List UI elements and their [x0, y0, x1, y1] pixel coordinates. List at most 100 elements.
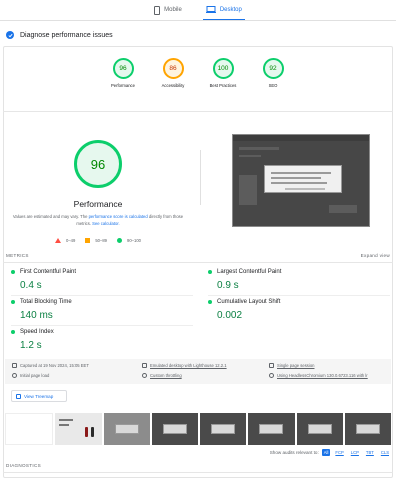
filter-fcp[interactable]: FCP — [333, 449, 345, 456]
accessibility-gauge: 86 — [162, 58, 184, 79]
final-screenshot[interactable] — [232, 134, 370, 227]
monitor-icon — [142, 363, 147, 368]
tbt-label: Total Blocking Time — [20, 299, 72, 305]
metrics-header: METRICS Expand view — [6, 253, 390, 258]
filmstrip-frame — [5, 413, 54, 445]
runtime-info: Captured at 19 Nov 2024, 15:05 EET Initi… — [5, 359, 391, 384]
note-prefix: Values are estimated and may vary. The — [12, 214, 89, 219]
filmstrip-frame — [103, 413, 150, 445]
session-text: Single page session — [277, 363, 315, 368]
metric-si: Speed Index 1.2 s — [11, 329, 54, 351]
filter-cls[interactable]: CLS — [379, 449, 391, 456]
audit-filter-label: Show audits relevant to: — [269, 450, 319, 455]
browser-info[interactable]: Using HeadlessChromium 130.0.6723.116 wi… — [269, 373, 368, 378]
summary-accessibility[interactable]: 86 Accessibility — [154, 58, 192, 88]
pass-dot-icon — [208, 270, 212, 274]
metrics-divider — [3, 262, 393, 263]
summary-best-practices[interactable]: 100 Best Practices — [204, 58, 242, 88]
captured-text: Captured at 19 Nov 2024, 15:05 EET — [20, 363, 89, 368]
pass-dot-icon — [11, 270, 15, 274]
throttling[interactable]: Custom throttling — [142, 373, 182, 378]
see-calculator-link[interactable]: See calculator. — [92, 221, 119, 226]
tabs-divider — [0, 20, 396, 21]
legend-pass: 90–100 — [117, 238, 141, 243]
metric-row-divider — [208, 295, 390, 296]
tab-desktop[interactable]: Desktop — [202, 0, 245, 20]
emulated-text: Emulated desktop with Lighthouse 12.2.1 — [150, 363, 227, 368]
summary-seo[interactable]: 92 SEO — [254, 58, 292, 88]
pass-dot-icon — [11, 330, 15, 334]
performance-note: Values are estimated and may vary. The p… — [8, 213, 188, 227]
performance-score-gauge: 96 — [74, 140, 122, 188]
summary-performance[interactable]: 96 Performance — [104, 58, 142, 88]
tab-desktop-label: Desktop — [219, 6, 242, 13]
filter-lcp[interactable]: LCP — [349, 449, 361, 456]
initial-load: Initial page load — [12, 373, 49, 378]
diagnose-label: Diagnose performance issues — [20, 31, 113, 39]
expand-view-toggle[interactable]: Expand view — [361, 253, 390, 258]
best-practices-label: Best Practices — [209, 83, 237, 88]
performance-title: Performance — [73, 199, 123, 209]
screenshot-page — [233, 135, 369, 226]
tbt-value: 140 ms — [20, 310, 53, 321]
calendar-icon — [12, 363, 17, 368]
filmstrip-frame — [344, 413, 391, 445]
legend-fail: 0–49 — [55, 238, 75, 243]
desktop-icon — [205, 6, 216, 13]
metric-fcp: First Contentful Paint 0.4 s — [11, 269, 76, 291]
square-icon — [85, 238, 91, 243]
score-legend: 0–49 50–89 90–100 — [0, 238, 196, 243]
legend-average: 50–89 — [85, 238, 107, 243]
fcp-value: 0.4 s — [20, 280, 42, 291]
filter-tbt[interactable]: TBT — [364, 449, 376, 456]
fcp-label: First Contentful Paint — [20, 269, 77, 275]
throttling-text: Custom throttling — [150, 373, 182, 378]
cls-value: 0.002 — [217, 310, 243, 321]
lcp-value: 0.9 s — [217, 280, 239, 291]
metric-tbt: Total Blocking Time 140 ms — [11, 299, 72, 321]
si-label: Speed Index — [20, 329, 54, 335]
lcp-label: Largest Contentful Paint — [217, 269, 282, 275]
diagnostics-header: DIAGNOSTICS — [6, 463, 41, 468]
vertical-divider — [200, 150, 201, 205]
best-practices-gauge: 100 — [212, 58, 234, 79]
session-type[interactable]: Single page session — [269, 363, 314, 368]
seo-gauge: 92 — [262, 58, 284, 79]
metrics-title: METRICS — [6, 253, 29, 258]
circle-icon — [117, 238, 122, 243]
device-tabs: Mobile Desktop — [0, 0, 396, 20]
filmstrip-frame — [248, 413, 295, 445]
filmstrip-frame — [200, 413, 247, 445]
accessibility-label: Accessibility — [161, 83, 185, 88]
summary-divider — [3, 111, 393, 112]
person-icon — [269, 363, 274, 368]
check-icon — [6, 31, 14, 39]
tab-mobile[interactable]: Mobile — [151, 0, 185, 20]
score-summary: 96 Performance 86 Accessibility 100 Best… — [0, 58, 396, 88]
performance-label: Performance — [111, 83, 135, 88]
wifi-icon — [142, 373, 147, 378]
tab-mobile-label: Mobile — [164, 7, 182, 13]
legend-average-label: 50–89 — [95, 238, 107, 243]
legend-pass-label: 90–100 — [127, 238, 141, 243]
score-calculated-link[interactable]: performance score is calculated — [89, 214, 148, 219]
load-text: Initial page load — [20, 373, 50, 378]
treemap-label: View Treemap — [24, 393, 54, 399]
filmstrip-frame — [55, 413, 102, 445]
view-treemap-button[interactable]: View Treemap — [11, 390, 67, 402]
metric-cls: Cumulative Layout Shift 0.002 — [208, 299, 280, 321]
emulated-device[interactable]: Emulated desktop with Lighthouse 12.2.1 — [142, 363, 227, 368]
triangle-icon — [55, 238, 62, 243]
cls-label: Cumulative Layout Shift — [217, 299, 281, 305]
pass-dot-icon — [208, 300, 212, 304]
filmstrip — [5, 413, 391, 445]
si-value: 1.2 s — [20, 340, 42, 351]
metric-lcp: Largest Contentful Paint 0.9 s — [208, 269, 281, 291]
legend-fail-label: 0–49 — [66, 238, 76, 243]
metric-row-divider — [11, 325, 193, 326]
filmstrip-frame — [151, 413, 198, 445]
seo-label: SEO — [268, 83, 278, 88]
performance-gauge: 96 — [112, 58, 134, 79]
treemap-icon — [16, 393, 21, 399]
filter-all[interactable]: All — [321, 449, 331, 456]
